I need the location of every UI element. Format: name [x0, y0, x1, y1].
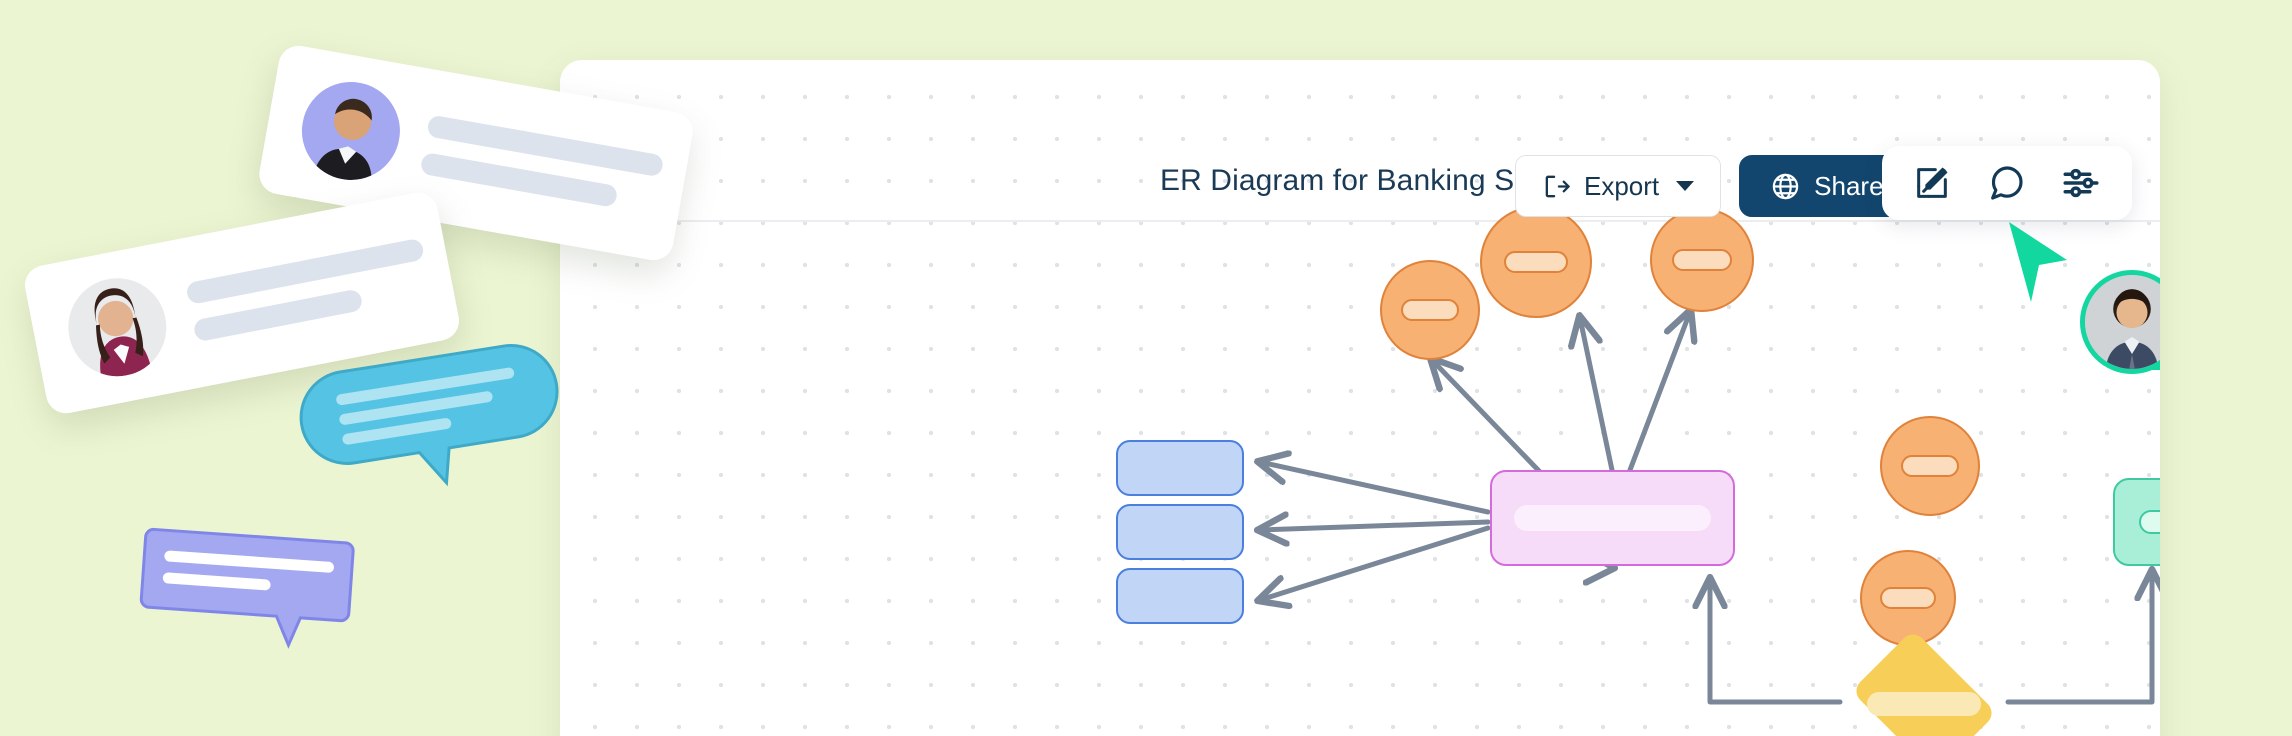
node-label-placeholder [2139, 510, 2160, 534]
node-label-placeholder [1901, 455, 1959, 477]
share-button-label: Share [1814, 170, 1884, 201]
attribute-node[interactable] [1380, 260, 1480, 360]
avatar-image [294, 74, 408, 188]
edit-icon[interactable] [1912, 163, 1952, 203]
placeholder-line [185, 237, 426, 306]
avatar [59, 269, 175, 385]
bubble-shape [139, 527, 355, 649]
speech-bubble-purple[interactable] [132, 522, 360, 662]
card-text-placeholder [419, 114, 665, 214]
settings-sliders-icon[interactable] [2060, 162, 2102, 204]
comment-icon[interactable] [1986, 163, 2026, 203]
node-label-placeholder [1401, 299, 1459, 321]
speech-bubble-blue[interactable] [288, 332, 583, 552]
header-actions: Export Share [1515, 155, 1915, 217]
diamond-shape [1851, 629, 1997, 736]
tool-cluster [1882, 146, 2132, 220]
card-text-placeholder [185, 237, 432, 343]
node-label-placeholder [1513, 505, 1712, 531]
bubble-shape [299, 344, 559, 487]
node-label-placeholder [1867, 692, 1981, 716]
avatar-image [59, 269, 175, 385]
list-item[interactable] [1116, 504, 1244, 560]
avatar [294, 74, 408, 188]
entity-node-customer[interactable] [1490, 470, 1735, 566]
avatar-image [2085, 275, 2160, 369]
attribute-node[interactable] [1480, 206, 1592, 318]
globe-icon [1772, 173, 1799, 199]
relationship-node[interactable] [1840, 629, 2008, 736]
entity-node-account[interactable] [2113, 478, 2160, 566]
page-title: ER Diagram for Banking S [1160, 164, 1515, 197]
cursor-pointer-icon [2009, 222, 2067, 302]
attribute-node[interactable] [1650, 208, 1754, 312]
list-item[interactable] [1116, 568, 1244, 624]
node-label-placeholder [1672, 249, 1732, 271]
list-item[interactable] [1116, 440, 1244, 496]
export-button-label: Export [1584, 170, 1660, 201]
chevron-down-icon [1676, 181, 1695, 191]
diagram-canvas-panel[interactable]: ER Diagram for Banking S Export Share [560, 60, 2160, 736]
export-arrow-icon [1545, 175, 1570, 197]
node-label-placeholder [1503, 251, 1569, 273]
attribute-node[interactable] [1880, 416, 1980, 516]
attribute-node[interactable] [1860, 550, 1956, 646]
node-label-placeholder [1880, 587, 1936, 609]
export-button[interactable]: Export [1515, 155, 1722, 217]
